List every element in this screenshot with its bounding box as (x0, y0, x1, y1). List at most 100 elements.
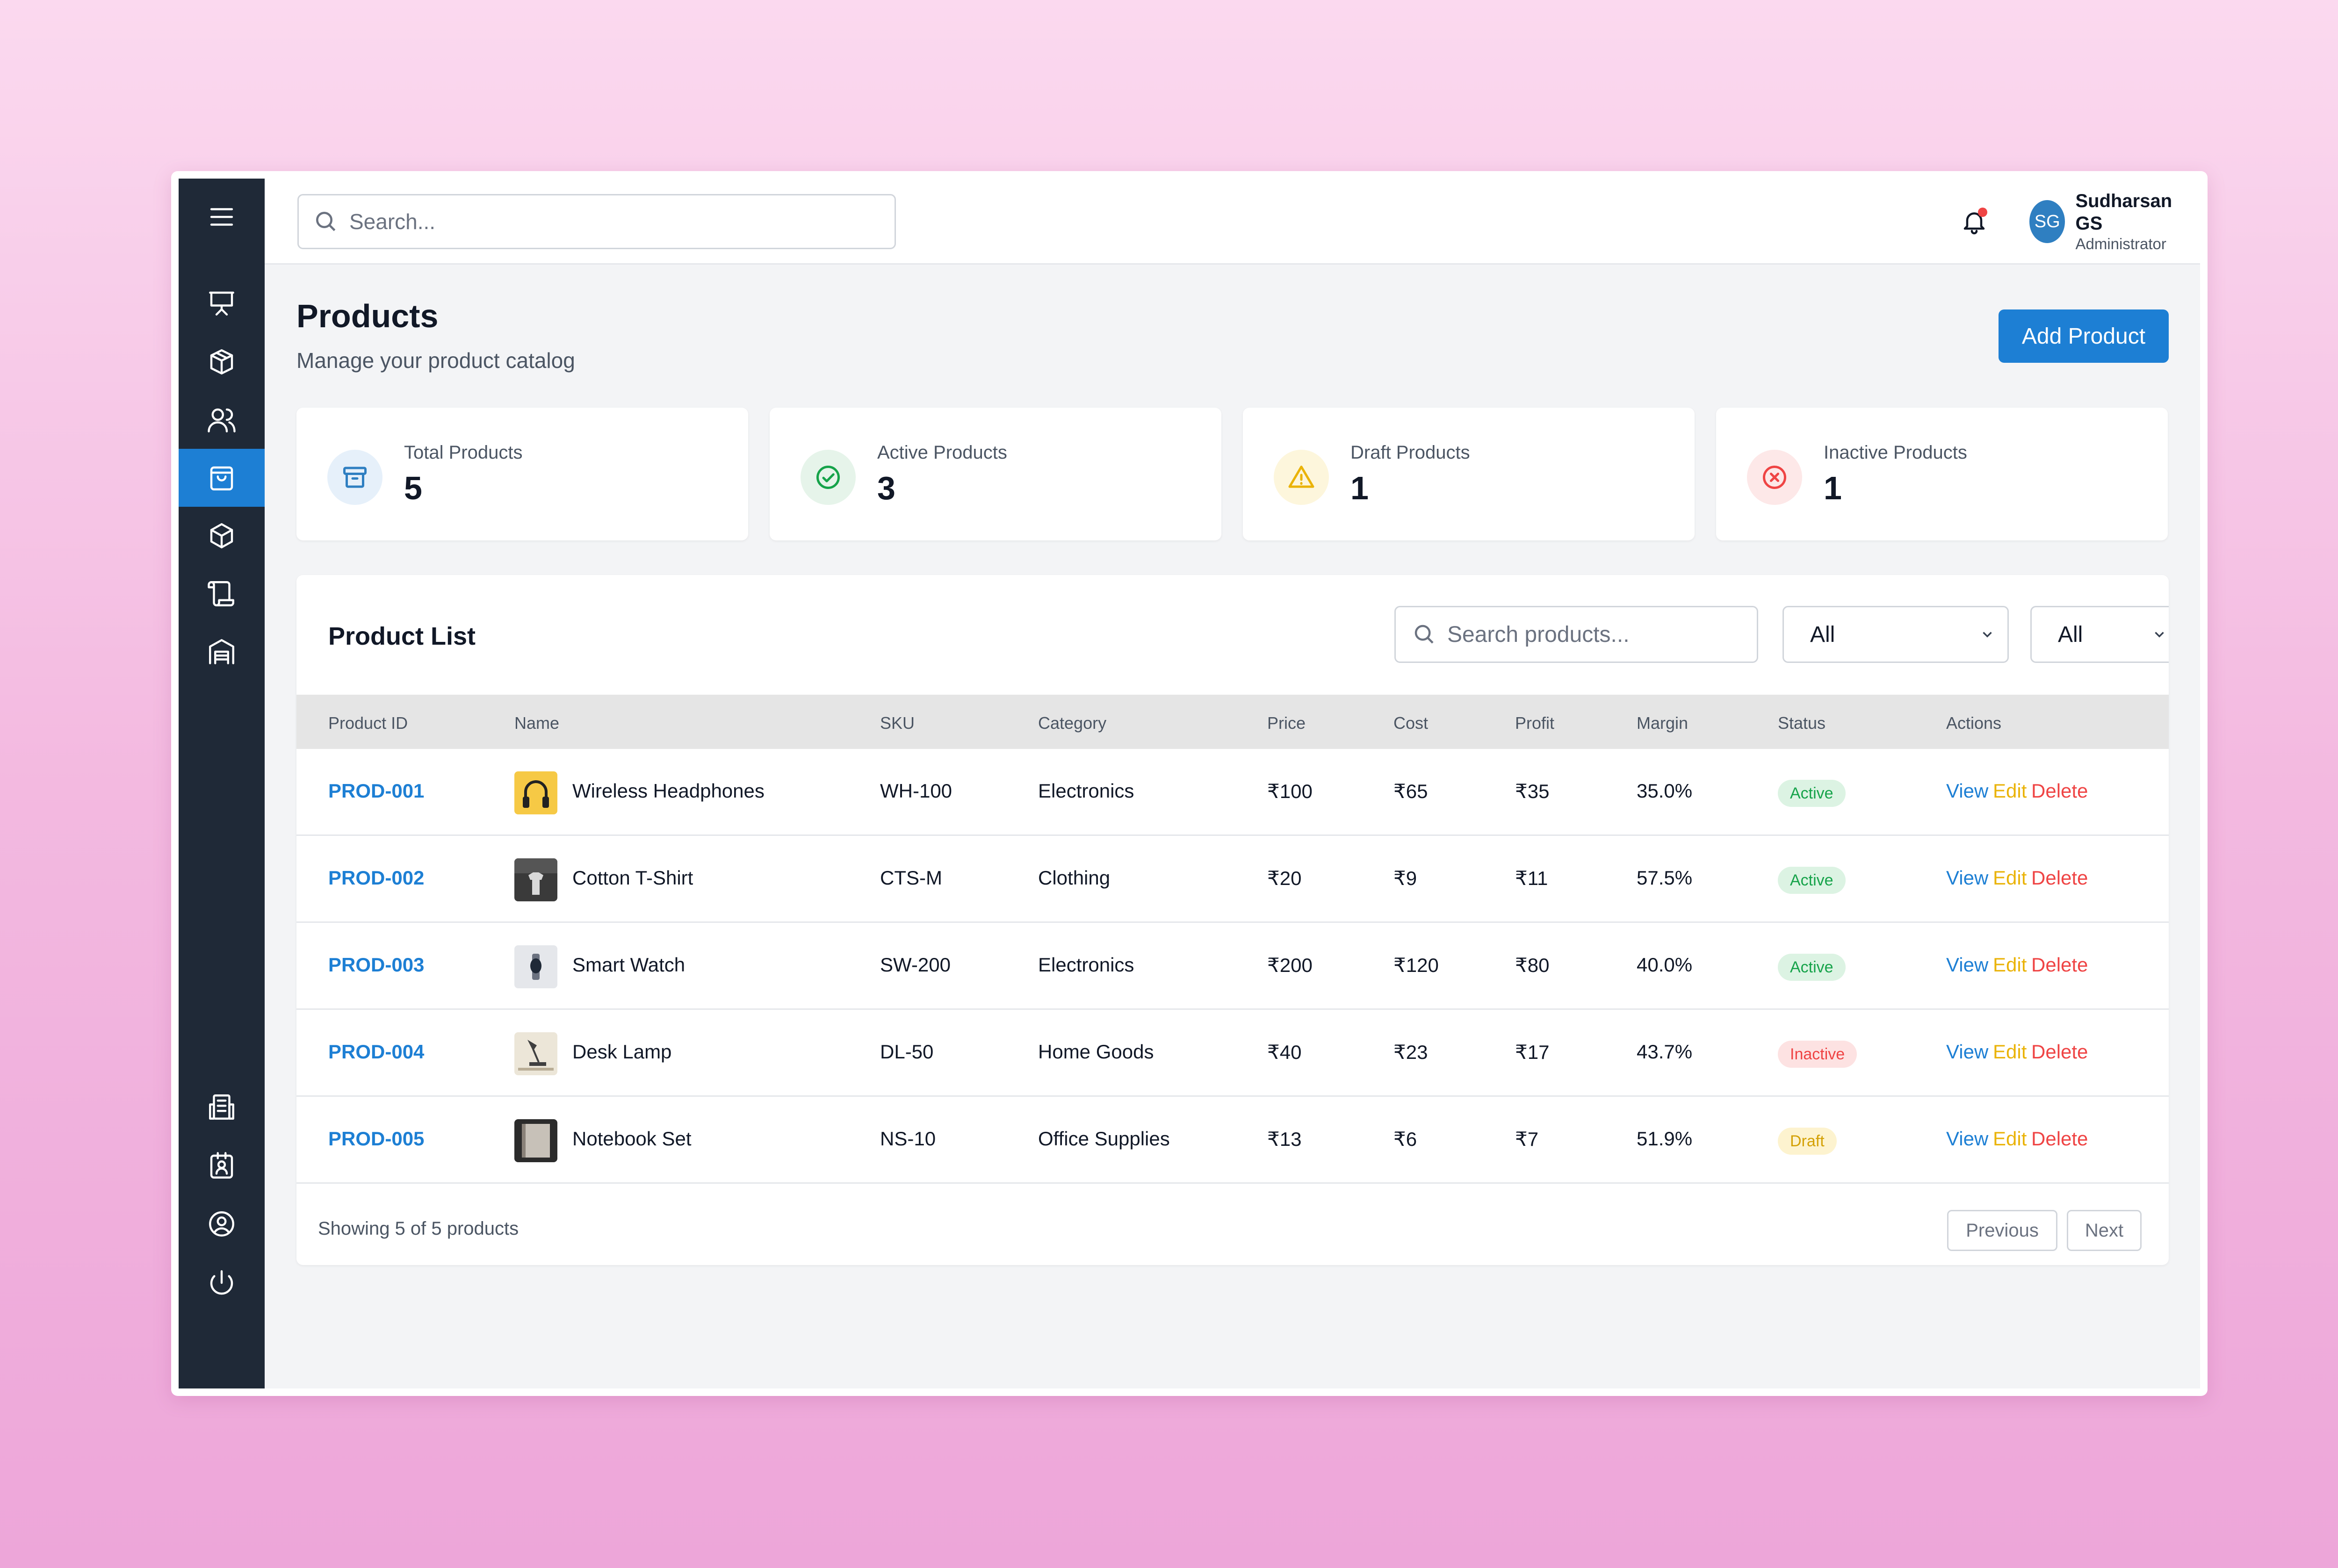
search-icon (316, 212, 336, 231)
power-icon (210, 1270, 233, 1295)
user-menu[interactable]: SG Sudharsan GS Administrator (2029, 191, 2200, 252)
status-badge: Active (1778, 780, 1846, 807)
product-search[interactable] (1394, 606, 1758, 663)
product-id-link[interactable]: PROD-002 (328, 867, 424, 889)
global-search[interactable] (297, 194, 896, 249)
watch-thumbnail (514, 945, 557, 988)
notifications-button[interactable] (1955, 202, 1994, 241)
product-price: ₹40 (1267, 1041, 1302, 1063)
notebook-thumbnail (514, 1119, 557, 1162)
app-container: SG Sudharsan GS Administrator Products M… (179, 179, 2200, 1388)
previous-page-button[interactable]: Previous (1947, 1210, 2057, 1251)
headphones-thumbnail (514, 771, 557, 814)
stat-label: Inactive Products (1824, 442, 1967, 463)
product-name: Desk Lamp (572, 1041, 672, 1063)
stat-label: Draft Products (1350, 442, 1470, 463)
stat-value: 1 (1824, 470, 1842, 506)
product-category: Home Goods (1038, 1041, 1154, 1063)
product-name: Cotton T-Shirt (572, 867, 693, 889)
table-row: PROD-003 Smart Watch SW-200 Electronics … (296, 923, 2169, 1010)
view-link[interactable]: View (1946, 1128, 1988, 1150)
sidebar-item-logout[interactable] (179, 1254, 265, 1312)
product-id-link[interactable]: PROD-005 (328, 1128, 424, 1150)
sidebar-item-warehouse[interactable] (179, 623, 265, 681)
column-header: Product ID (328, 713, 408, 733)
edit-link[interactable]: Edit (1993, 780, 2027, 802)
stat-value: 1 (1350, 470, 1369, 506)
sidebar-item-users[interactable] (179, 391, 265, 449)
shopping-bag-icon (210, 466, 233, 490)
sidebar-item-products[interactable] (179, 449, 265, 507)
view-link[interactable]: View (1946, 867, 1988, 889)
product-profit: ₹80 (1515, 954, 1550, 976)
delete-link[interactable]: Delete (2031, 780, 2088, 802)
users-icon (208, 408, 236, 432)
edit-link[interactable]: Edit (1993, 1128, 2027, 1150)
sidebar-item-presentation[interactable] (179, 274, 265, 332)
page-title: Products (296, 298, 439, 334)
product-profit: ₹17 (1515, 1041, 1550, 1063)
sidebar (179, 179, 265, 1388)
product-profit: ₹11 (1515, 867, 1548, 889)
user-info: Sudharsan GS Administrator (2075, 190, 2182, 253)
delete-link[interactable]: Delete (2031, 867, 2088, 889)
next-page-button[interactable]: Next (2067, 1210, 2142, 1251)
notification-dot (1978, 208, 1987, 217)
product-cost: ₹6 (1393, 1128, 1417, 1150)
product-cost: ₹65 (1393, 780, 1428, 802)
column-header: Margin (1637, 713, 1689, 733)
edit-link[interactable]: Edit (1993, 1041, 2027, 1063)
product-name: Smart Watch (572, 954, 686, 976)
status-badge: Draft (1778, 1128, 1837, 1155)
chevron-down-icon (1983, 632, 1992, 638)
tshirt-thumbnail (514, 858, 557, 901)
stat-label: Total Products (404, 442, 523, 463)
search-input[interactable] (349, 203, 864, 240)
column-header: Name (514, 713, 560, 733)
sidebar-item-contacts[interactable] (179, 1137, 265, 1195)
product-search-input[interactable] (1447, 616, 1746, 653)
view-link[interactable]: View (1946, 954, 1988, 976)
column-header: Actions (1946, 713, 2002, 733)
view-link[interactable]: View (1946, 780, 1988, 802)
product-category: Clothing (1038, 867, 1111, 889)
column-header: Cost (1393, 713, 1429, 733)
product-id-link[interactable]: PROD-003 (328, 954, 424, 976)
edit-link[interactable]: Edit (1993, 867, 2027, 889)
table-header: Product ID Name SKU Category Price Cost … (296, 695, 2169, 749)
sidebar-item-profile[interactable] (179, 1195, 265, 1253)
lamp-thumbnail (514, 1032, 557, 1075)
sidebar-item-inventory[interactable] (179, 507, 265, 565)
table-row: PROD-004 Desk Lamp DL-50 Home Goods ₹40 … (296, 1010, 2169, 1097)
sidebar-item-documents[interactable] (179, 565, 265, 623)
category-filter-select[interactable]: All (1782, 606, 2009, 663)
add-product-button[interactable]: Add Product (1999, 309, 2169, 363)
product-sku: WH-100 (880, 780, 953, 802)
avatar: SG (2029, 200, 2065, 243)
status-filter-select[interactable]: All (2030, 606, 2169, 663)
product-name: Wireless Headphones (572, 780, 765, 802)
hamburger-menu-icon (210, 208, 233, 226)
check-circle-icon (816, 466, 840, 489)
table-row: PROD-005 Notebook Set NS-10 Office Suppl… (296, 1097, 2169, 1184)
user-role: Administrator (2075, 235, 2166, 252)
delete-link[interactable]: Delete (2031, 1128, 2088, 1150)
delete-link[interactable]: Delete (2031, 1041, 2088, 1063)
column-header: SKU (880, 713, 915, 733)
stat-card-active: Active Products 3 (770, 408, 1221, 540)
page-subtitle: Manage your product catalog (296, 348, 575, 373)
product-id-link[interactable]: PROD-001 (328, 780, 424, 802)
menu-toggle-button[interactable] (179, 188, 265, 246)
showing-count: Showing 5 of 5 products (318, 1218, 519, 1239)
column-header: Status (1778, 713, 1826, 733)
sidebar-item-packages[interactable] (179, 333, 265, 391)
delete-link[interactable]: Delete (2031, 954, 2088, 976)
column-header: Price (1267, 713, 1306, 733)
edit-link[interactable]: Edit (1993, 954, 2027, 976)
product-id-link[interactable]: PROD-004 (328, 1041, 424, 1063)
stat-value: 5 (404, 470, 422, 506)
view-link[interactable]: View (1946, 1041, 1988, 1063)
status-badge: Active (1778, 954, 1846, 981)
product-list-card: Product List All All Product ID Name SKU… (296, 575, 2169, 1265)
sidebar-item-reports[interactable] (179, 1078, 265, 1136)
